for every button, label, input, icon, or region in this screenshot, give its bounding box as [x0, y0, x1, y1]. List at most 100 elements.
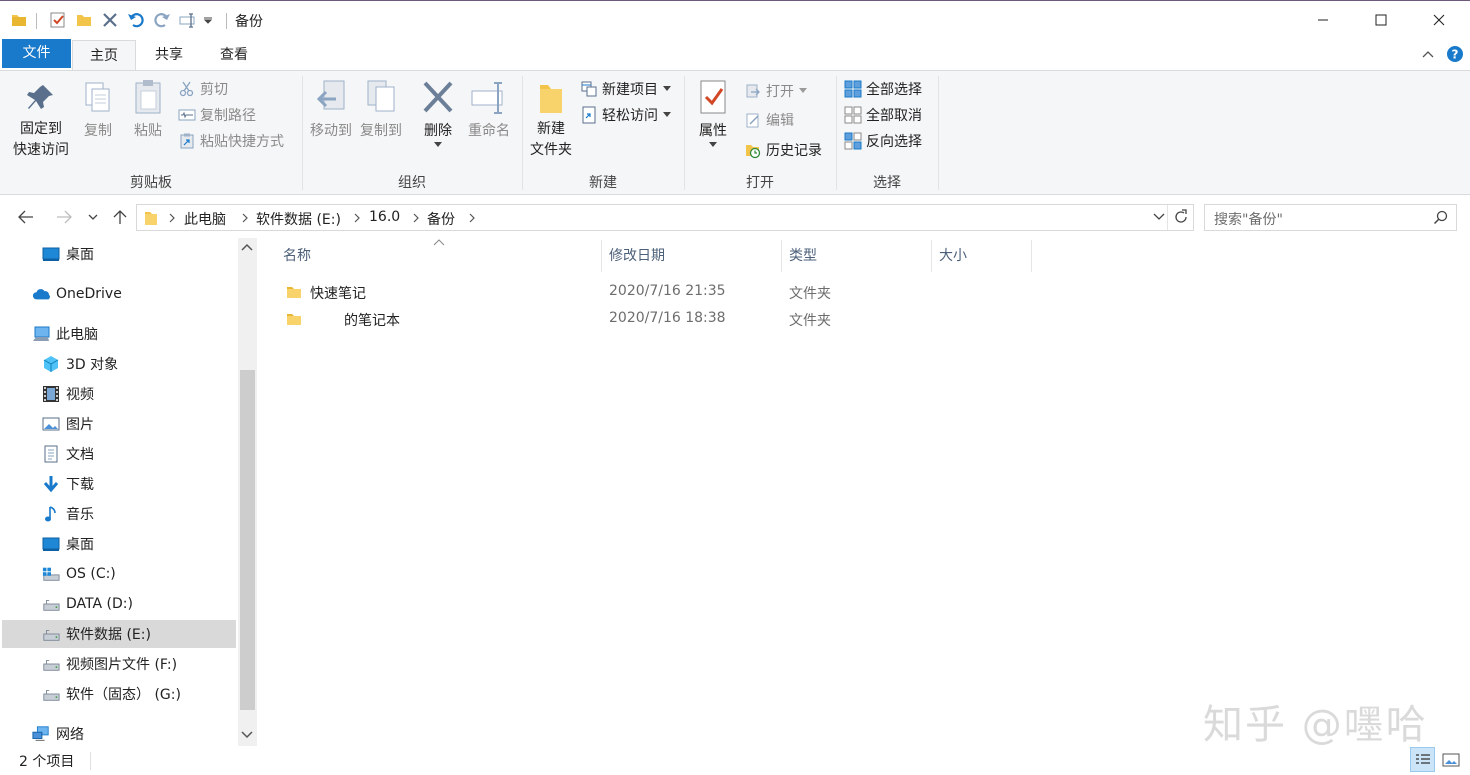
paste-shortcut-button[interactable]: 粘贴快捷方式 [178, 129, 284, 153]
move-to-button[interactable]: 移动到 [306, 79, 356, 142]
undo-icon[interactable] [126, 10, 146, 30]
chevron-right-icon [413, 213, 419, 223]
nav-item-3d-objects[interactable]: 3D 对象 [2, 350, 236, 378]
new-item-button[interactable]: 新建项目 [580, 77, 671, 101]
breadcrumb-16-0[interactable]: 16.0 [369, 209, 400, 225]
large-icons-view-button[interactable] [1438, 747, 1463, 772]
address-bar[interactable]: 此电脑 软件数据 (E:) 16.0 备份 [136, 204, 1194, 231]
scroll-thumb[interactable] [240, 370, 255, 710]
copy-path-button[interactable]: 复制路径 [178, 103, 256, 127]
customize-qat-dropdown[interactable] [201, 10, 215, 30]
pin-to-quick-access-button[interactable]: 固定到 快速访问 [6, 81, 76, 161]
table-row[interactable]: 的笔记本 2020/7/16 18:38 文件夹 [280, 307, 840, 333]
help-icon[interactable]: ? [1446, 45, 1464, 63]
nav-item-videos[interactable]: 视频 [2, 380, 236, 408]
nav-item-drive-f[interactable]: 视频图片文件 (F:) [2, 650, 236, 678]
nav-item-network[interactable]: 网络 [2, 720, 236, 748]
address-history-dropdown[interactable] [1153, 212, 1165, 222]
search-icon[interactable] [1433, 210, 1448, 225]
cut-button[interactable]: 剪切 [178, 77, 228, 101]
forward-button[interactable] [53, 206, 75, 228]
nav-item-onedrive[interactable]: OneDrive [2, 280, 236, 308]
documents-icon [42, 445, 60, 463]
easy-access-icon [580, 106, 598, 124]
ribbon: 固定到 快速访问 复制 粘贴 剪切 复制路径 粘贴快捷方式 剪贴板 移动到 复制… [0, 70, 1470, 195]
nav-item-drive-d[interactable]: DATA (D:) [2, 590, 236, 618]
status-bar: 2 个项目 [0, 746, 1470, 775]
select-none-icon [844, 106, 862, 124]
nav-item-drive-e[interactable]: 软件数据 (E:) [2, 620, 236, 648]
breadcrumb-this-pc[interactable]: 此电脑 [184, 209, 226, 229]
close-button[interactable] [1410, 2, 1468, 38]
search-input[interactable]: 搜索"备份" [1204, 204, 1457, 231]
tab-view[interactable]: 查看 [203, 40, 265, 70]
3d-objects-icon [42, 355, 60, 373]
minimize-button[interactable] [1294, 2, 1352, 38]
recent-locations-dropdown[interactable] [84, 206, 102, 228]
up-button[interactable] [109, 206, 131, 228]
edit-button[interactable]: 编辑 [744, 108, 794, 132]
select-all-button[interactable]: 全部选择 [844, 77, 922, 101]
new-folder-button[interactable]: 新建 文件夹 [526, 79, 576, 161]
scroll-up-icon[interactable] [241, 243, 253, 253]
sort-ascending-icon [433, 238, 445, 246]
delete-button[interactable]: 删除 [416, 79, 460, 148]
navigation-pane: 桌面 OneDrive 此电脑 3D 对象 视频 图片 文档 下载 音乐 桌面 … [0, 238, 258, 746]
details-view-button[interactable] [1410, 747, 1435, 772]
redo-icon[interactable] [152, 10, 172, 30]
onedrive-icon [32, 285, 50, 303]
easy-access-button[interactable]: 轻松访问 [580, 103, 671, 127]
nav-item-desktop[interactable]: 桌面 [2, 530, 236, 558]
delete-qat-button[interactable] [100, 10, 120, 30]
column-divider[interactable] [781, 240, 782, 272]
desktop-icon [42, 245, 60, 263]
maximize-button[interactable] [1352, 2, 1410, 38]
nav-item-drive-c[interactable]: OS (C:) [2, 560, 236, 588]
rename-button[interactable]: 重命名 [462, 79, 516, 142]
breadcrumb-backup[interactable]: 备份 [427, 209, 455, 229]
nav-item-this-pc[interactable]: 此电脑 [2, 320, 236, 348]
refresh-button[interactable] [1173, 209, 1189, 225]
invert-selection-button[interactable]: 反向选择 [844, 129, 922, 153]
nav-scrollbar[interactable] [238, 238, 257, 746]
properties-qat-button[interactable] [48, 10, 68, 30]
chevron-right-icon [242, 213, 248, 223]
open-group-label: 打开 [746, 175, 774, 191]
back-button[interactable] [15, 206, 37, 228]
column-header-name[interactable]: 名称 [283, 246, 311, 272]
nav-item-music[interactable]: 音乐 [2, 500, 236, 528]
nav-item-downloads[interactable]: 下载 [2, 470, 236, 498]
select-none-button[interactable]: 全部取消 [844, 103, 922, 127]
nav-item-documents[interactable]: 文档 [2, 440, 236, 468]
properties-button[interactable]: 属性 [690, 79, 736, 148]
rename-qat-button[interactable] [178, 10, 198, 30]
nav-item-drive-g[interactable]: 软件（固态） (G:) [2, 680, 236, 708]
search-placeholder: 搜索"备份" [1214, 212, 1283, 228]
new-folder-qat-button[interactable] [74, 10, 94, 30]
file-type: 文件夹 [789, 286, 831, 302]
tab-home[interactable]: 主页 [72, 40, 136, 71]
column-header-type[interactable]: 类型 [789, 246, 817, 272]
tab-share[interactable]: 共享 [138, 40, 200, 70]
table-row[interactable]: 快速笔记 2020/7/16 21:35 文件夹 [280, 280, 840, 306]
windows-drive-icon [42, 565, 60, 583]
paste-button[interactable]: 粘贴 [126, 79, 170, 142]
column-divider[interactable] [931, 240, 932, 272]
breadcrumb-drive-e[interactable]: 软件数据 (E:) [256, 209, 341, 229]
tab-file[interactable]: 文件 [2, 39, 71, 68]
collapse-ribbon-icon[interactable] [1420, 46, 1436, 62]
nav-item-desktop-quick[interactable]: 桌面 [2, 240, 236, 268]
copy-button[interactable]: 复制 [76, 81, 120, 142]
history-button[interactable]: 历史记录 [744, 138, 822, 162]
column-divider[interactable] [601, 240, 602, 272]
column-header-modified[interactable]: 修改日期 [609, 246, 665, 272]
column-divider[interactable] [1031, 240, 1032, 272]
nav-item-pictures[interactable]: 图片 [2, 410, 236, 438]
column-header-size[interactable]: 大小 [939, 246, 967, 272]
watermark: 知乎 @嚜哈 [1203, 702, 1428, 748]
open-button[interactable]: 打开 [744, 79, 807, 103]
copy-to-button[interactable]: 复制到 [356, 79, 406, 142]
folder-icon [286, 284, 302, 300]
organize-group-label: 组织 [398, 175, 426, 191]
scroll-down-icon[interactable] [241, 729, 253, 739]
